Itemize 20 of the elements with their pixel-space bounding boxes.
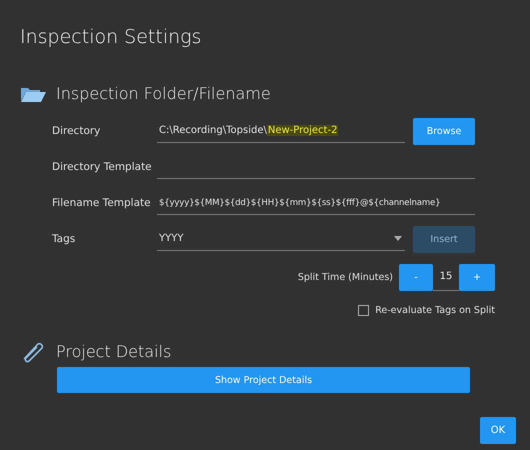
tags-dropdown[interactable]: YYYY	[157, 227, 405, 251]
field-label: Filename Template	[52, 197, 152, 209]
checkbox[interactable]	[358, 304, 370, 316]
checkbox-label: Re-evaluate Tags on Split	[375, 304, 495, 316]
section-title: Inspection Folder/Filename	[56, 84, 271, 103]
folder-icon	[20, 86, 46, 102]
field-label: Directory Template	[52, 161, 153, 173]
increment-button[interactable]: +	[459, 264, 495, 290]
split-time-label: Split Time (Minutes)	[298, 272, 393, 282]
decrement-button[interactable]: -	[399, 264, 433, 290]
window-title: Inspection Settings	[20, 26, 202, 48]
section-title: Project Details	[56, 342, 172, 360]
show-project-details-button[interactable]: Show Project Details	[57, 367, 470, 393]
browse-button[interactable]: Browse	[413, 118, 475, 144]
field-label: Directory	[52, 125, 102, 137]
ok-button[interactable]: OK	[480, 417, 516, 444]
caret-icon	[394, 236, 402, 241]
filename-template-field[interactable]: ${yyyy}${MM}${dd}${HH}${mm}${ss}${fff}@${channelname}	[157, 191, 475, 215]
field-label: Tags	[52, 233, 76, 245]
directory-field[interactable]: C:\Recording\Topside\New-Project-2	[157, 119, 405, 143]
